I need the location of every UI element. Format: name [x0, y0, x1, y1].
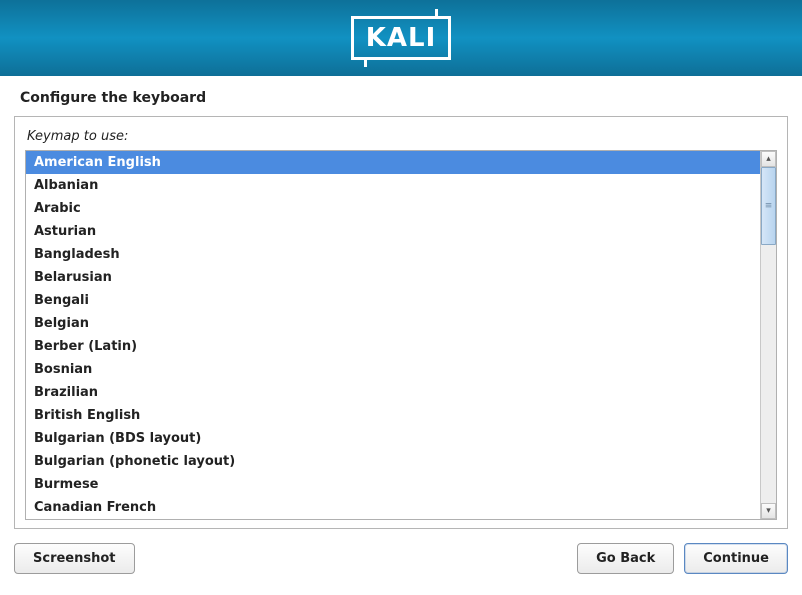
- scroll-thumb[interactable]: [761, 167, 776, 245]
- keymap-option[interactable]: Arabic: [26, 197, 760, 220]
- content-frame: Keymap to use: American EnglishAlbanianA…: [14, 116, 788, 529]
- footer: Screenshot Go Back Continue: [0, 529, 802, 574]
- keymap-option[interactable]: Belgian: [26, 312, 760, 335]
- keymap-option[interactable]: Bengali: [26, 289, 760, 312]
- keymap-list-inner: American EnglishAlbanianArabicAsturianBa…: [26, 151, 760, 519]
- keymap-option[interactable]: Bangladesh: [26, 243, 760, 266]
- scrollbar[interactable]: ▴ ▾: [760, 151, 776, 519]
- keymap-option[interactable]: Bosnian: [26, 358, 760, 381]
- screenshot-button[interactable]: Screenshot: [14, 543, 135, 574]
- keymap-option[interactable]: British English: [26, 404, 760, 427]
- scroll-track[interactable]: [761, 167, 776, 503]
- go-back-button[interactable]: Go Back: [577, 543, 674, 574]
- page-title: Configure the keyboard: [0, 76, 802, 116]
- scroll-down-button[interactable]: ▾: [761, 503, 776, 519]
- keymap-option[interactable]: Canadian French: [26, 496, 760, 519]
- keymap-label: Keymap to use:: [25, 129, 777, 144]
- brand-text: KALI: [366, 23, 437, 53]
- brand-logo: KALI: [351, 16, 452, 60]
- continue-button[interactable]: Continue: [684, 543, 788, 574]
- scroll-up-button[interactable]: ▴: [761, 151, 776, 167]
- keymap-option[interactable]: Bulgarian (BDS layout): [26, 427, 760, 450]
- keymap-option[interactable]: Belarusian: [26, 266, 760, 289]
- keymap-listbox[interactable]: American EnglishAlbanianArabicAsturianBa…: [25, 150, 777, 520]
- keymap-option[interactable]: Asturian: [26, 220, 760, 243]
- keymap-option[interactable]: Bulgarian (phonetic layout): [26, 450, 760, 473]
- keymap-option[interactable]: American English: [26, 151, 760, 174]
- keymap-option[interactable]: Burmese: [26, 473, 760, 496]
- keymap-option[interactable]: Albanian: [26, 174, 760, 197]
- keymap-option[interactable]: Berber (Latin): [26, 335, 760, 358]
- keymap-option[interactable]: Brazilian: [26, 381, 760, 404]
- header-banner: KALI: [0, 0, 802, 76]
